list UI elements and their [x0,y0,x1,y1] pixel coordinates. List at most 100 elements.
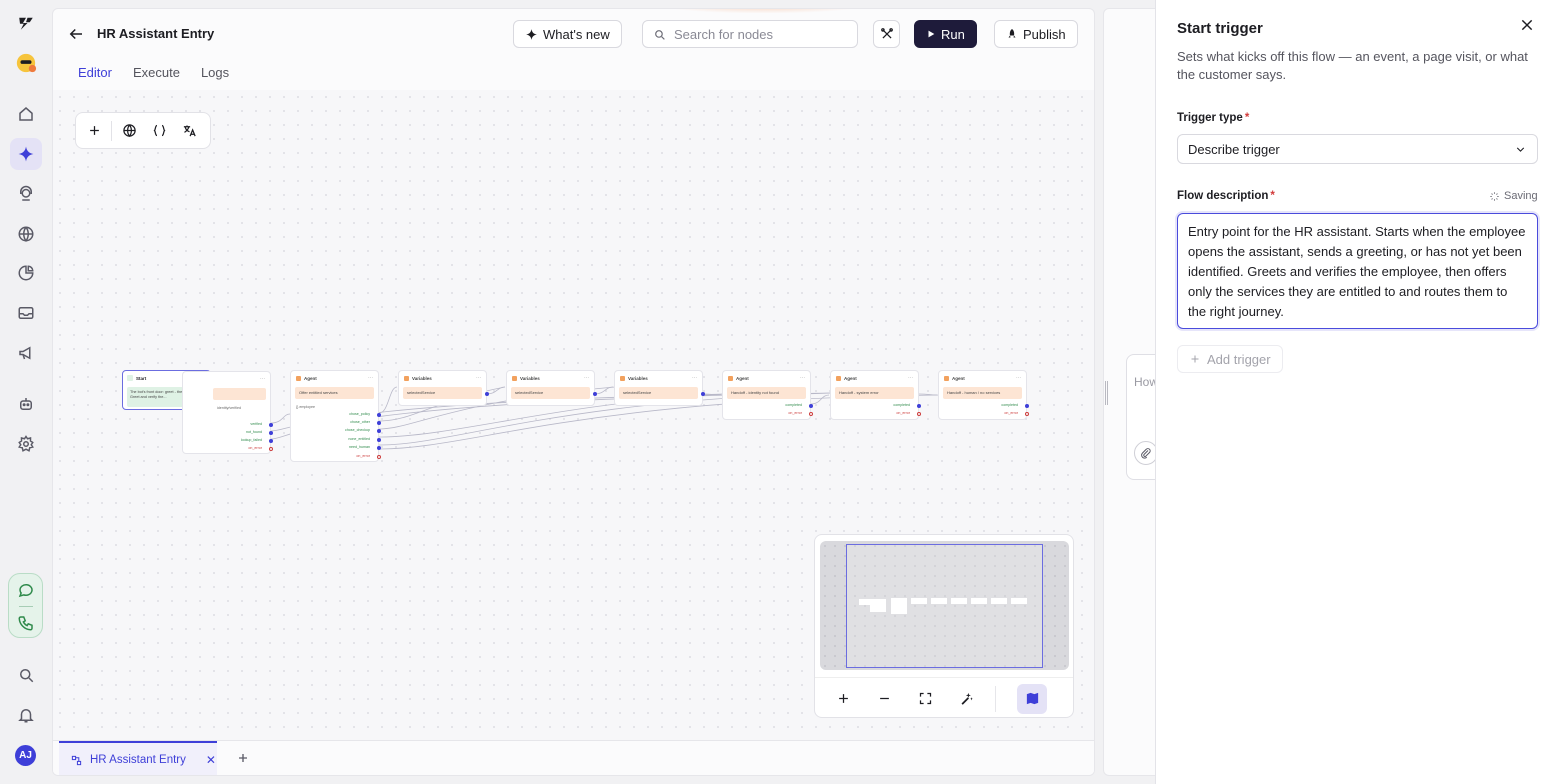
analytics-icon[interactable] [10,257,42,289]
trigger-type-value: Describe trigger [1188,141,1280,157]
output: completed [1001,403,1018,407]
globe-icon[interactable] [10,218,42,250]
node-header: Agent [728,376,749,381]
sparkle-icon[interactable] [10,138,42,170]
node-menu-icon[interactable]: ··· [692,375,697,381]
port[interactable] [809,412,813,416]
node-header: Variables [620,376,648,381]
minimap-node [971,598,987,604]
close-icon[interactable] [1519,17,1535,33]
port[interactable] [377,421,381,425]
port[interactable] [269,447,273,451]
port[interactable] [269,439,273,443]
logo-icon[interactable] [10,7,42,39]
node-title: Agent [844,376,857,381]
add-icon [1191,355,1199,363]
bottom-flow-tabs: HR Assistant Entry ✕ [53,740,1094,775]
add-tab-icon[interactable] [235,750,251,766]
add-trigger-button[interactable]: Add trigger [1177,345,1283,373]
home-icon[interactable] [10,98,42,130]
phone-icon[interactable] [10,607,42,639]
node-header: Agent [296,376,317,381]
variables-node[interactable]: Variables ··· selectedService [506,370,597,406]
trigger-type-select[interactable]: Describe trigger [1177,134,1538,164]
port[interactable] [269,423,273,427]
port[interactable] [1025,404,1029,408]
assistant-panel: How [1103,8,1166,776]
left-nav-rail: AJ [0,0,52,784]
panel-title: Start trigger [1177,20,1263,37]
close-tab-icon[interactable]: ✕ [206,753,216,767]
zoom-in-icon[interactable] [828,684,858,714]
variables-node[interactable]: Variables ··· selectedService [614,370,705,406]
minimap-panel [814,534,1074,718]
node-title: Agent [952,376,965,381]
search-icon[interactable] [10,659,42,691]
port[interactable] [377,429,381,433]
agent-icon [836,376,841,381]
output-on-error: on_error [356,454,370,458]
output: chose_other [350,420,370,424]
chat-icon[interactable] [10,574,42,606]
agent-icon [728,376,733,381]
bell-icon[interactable] [10,699,42,731]
node-menu-icon[interactable]: ··· [584,375,589,381]
inbox-icon[interactable] [10,297,42,329]
saving-status: Saving [1489,190,1538,202]
minimap-node [870,599,886,612]
agent-node-handoff-not-found[interactable]: Agent ··· Handoff - identity not found c… [722,370,813,420]
flow-description-textarea[interactable]: Entry point for the HR assistant. Starts… [1177,213,1538,329]
agent-node-handoff-human[interactable]: Agent ··· Handoff - human / no services … [938,370,1029,420]
port[interactable] [269,431,273,435]
megaphone-icon[interactable] [10,337,42,369]
identify-node[interactable]: ··· identity/verified verified not_found… [182,371,273,454]
port[interactable] [917,404,921,408]
node-body: Offer entitled services [295,387,374,399]
minimap[interactable] [820,541,1069,670]
auto-layout-icon[interactable] [951,684,981,714]
output: completed [893,403,910,407]
bot-icon[interactable] [10,388,42,420]
port[interactable] [377,446,381,450]
port[interactable] [377,455,381,459]
agent-node-services[interactable]: Agent ··· Offer entitled services {} emp… [290,370,381,462]
node-body: Handoff - identity not found [727,387,806,399]
zoom-out-icon[interactable] [869,684,899,714]
user-avatar[interactable]: AJ [15,745,36,766]
support-agent-icon[interactable] [10,178,42,210]
node-menu-icon[interactable]: ··· [908,375,913,381]
flow-tab[interactable]: HR Assistant Entry ✕ [59,741,217,775]
mascot-icon[interactable] [10,47,42,79]
port[interactable] [485,392,489,396]
identify-node-detail: identity/verified [217,406,241,410]
agent-node-handoff-system-error[interactable]: Agent ··· Handoff - system error complet… [830,370,921,420]
node-menu-icon[interactable]: ··· [368,375,373,381]
port[interactable] [809,404,813,408]
label-text: Flow description [1177,190,1269,202]
node-menu-icon[interactable]: ··· [800,375,805,381]
flow-icon [71,755,82,765]
minimap-controls [815,677,1073,719]
output-not-found: not_found [246,430,262,434]
port[interactable] [377,413,381,417]
node-menu-icon[interactable]: ··· [1016,375,1021,381]
node-menu-icon[interactable]: ··· [476,375,481,381]
fit-view-icon[interactable] [910,684,940,714]
port[interactable] [593,392,597,396]
minimap-node [911,598,927,604]
node-body: selectedService [511,387,590,399]
port[interactable] [1025,412,1029,416]
port[interactable] [917,412,921,416]
port[interactable] [701,392,705,396]
minimap-toggle-icon[interactable] [1017,683,1047,714]
resize-handle[interactable] [1105,381,1108,405]
output: chose_policy [349,412,370,416]
label-text: Trigger type [1177,112,1243,124]
variables-node[interactable]: Variables ··· selectedService [398,370,489,406]
port[interactable] [377,438,381,442]
settings-icon[interactable] [10,428,42,460]
node-menu-icon[interactable]: ··· [260,376,265,382]
node-title: Variables [520,376,540,381]
node-title: Agent [736,376,749,381]
identify-node-body [213,388,266,400]
